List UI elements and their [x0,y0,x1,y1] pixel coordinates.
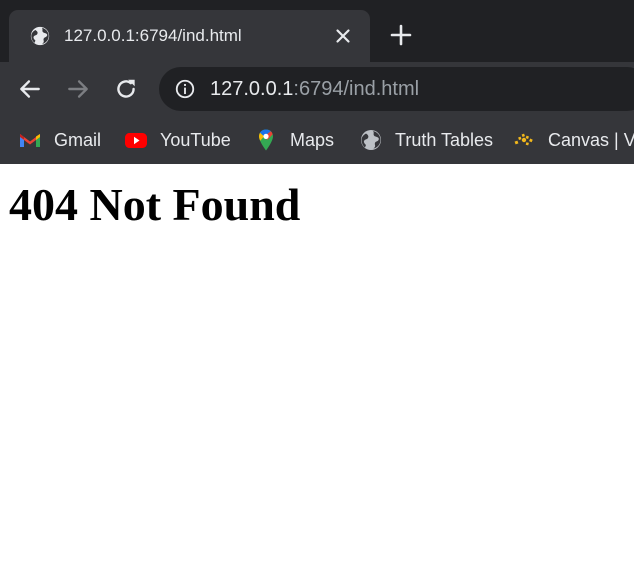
youtube-icon [125,133,147,148]
bookmark-label: Truth Tables [395,130,494,150]
reload-icon[interactable] [113,76,139,102]
maps-icon [259,129,273,151]
bookmark-maps[interactable]: Maps [254,125,334,155]
plus-icon[interactable] [389,23,413,47]
tab-strip: 127.0.0.1:6794/ind.html [0,0,634,62]
bookmark-label: Gmail [54,130,102,150]
globe-icon [30,26,50,46]
page-title: 404 Not Found [9,179,301,230]
gmail-icon [20,134,40,147]
bookmark-youtube[interactable]: YouTube [124,125,231,155]
canvas-icon [514,133,533,146]
toolbar: 127.0.0.1:6794/ind.html [0,62,634,116]
close-icon[interactable] [332,25,354,47]
bookmark-label: Canvas | Ve [548,130,634,150]
browser-chrome: 127.0.0.1:6794/ind.html 127.0.0.1:6794/i… [0,0,634,164]
tab-title: 127.0.0.1:6794/ind.html [64,26,242,45]
bookmark-gmail[interactable]: Gmail [18,125,101,155]
page-content: 404 Not Found [0,164,634,577]
url-host: 127.0.0.1 [210,78,294,100]
bookmark-canvas[interactable]: Canvas | Ve [512,125,634,155]
arrow-right-icon[interactable] [65,76,91,102]
url-text[interactable]: 127.0.0.1:6794/ind.html [210,78,419,100]
bookmarks-bar: Gmail YouTube Maps Truth Tables Canvas |… [0,116,634,164]
info-icon[interactable] [174,78,196,100]
bookmark-label: YouTube [160,130,231,150]
active-tab[interactable]: 127.0.0.1:6794/ind.html [9,10,370,62]
bookmark-label: Maps [290,130,335,150]
arrow-left-icon[interactable] [17,76,43,102]
address-bar[interactable]: 127.0.0.1:6794/ind.html [159,67,634,111]
url-path: :6794/ind.html [293,78,420,100]
globe-icon [361,130,381,150]
bookmark-truth-tables[interactable]: Truth Tables [359,125,493,155]
